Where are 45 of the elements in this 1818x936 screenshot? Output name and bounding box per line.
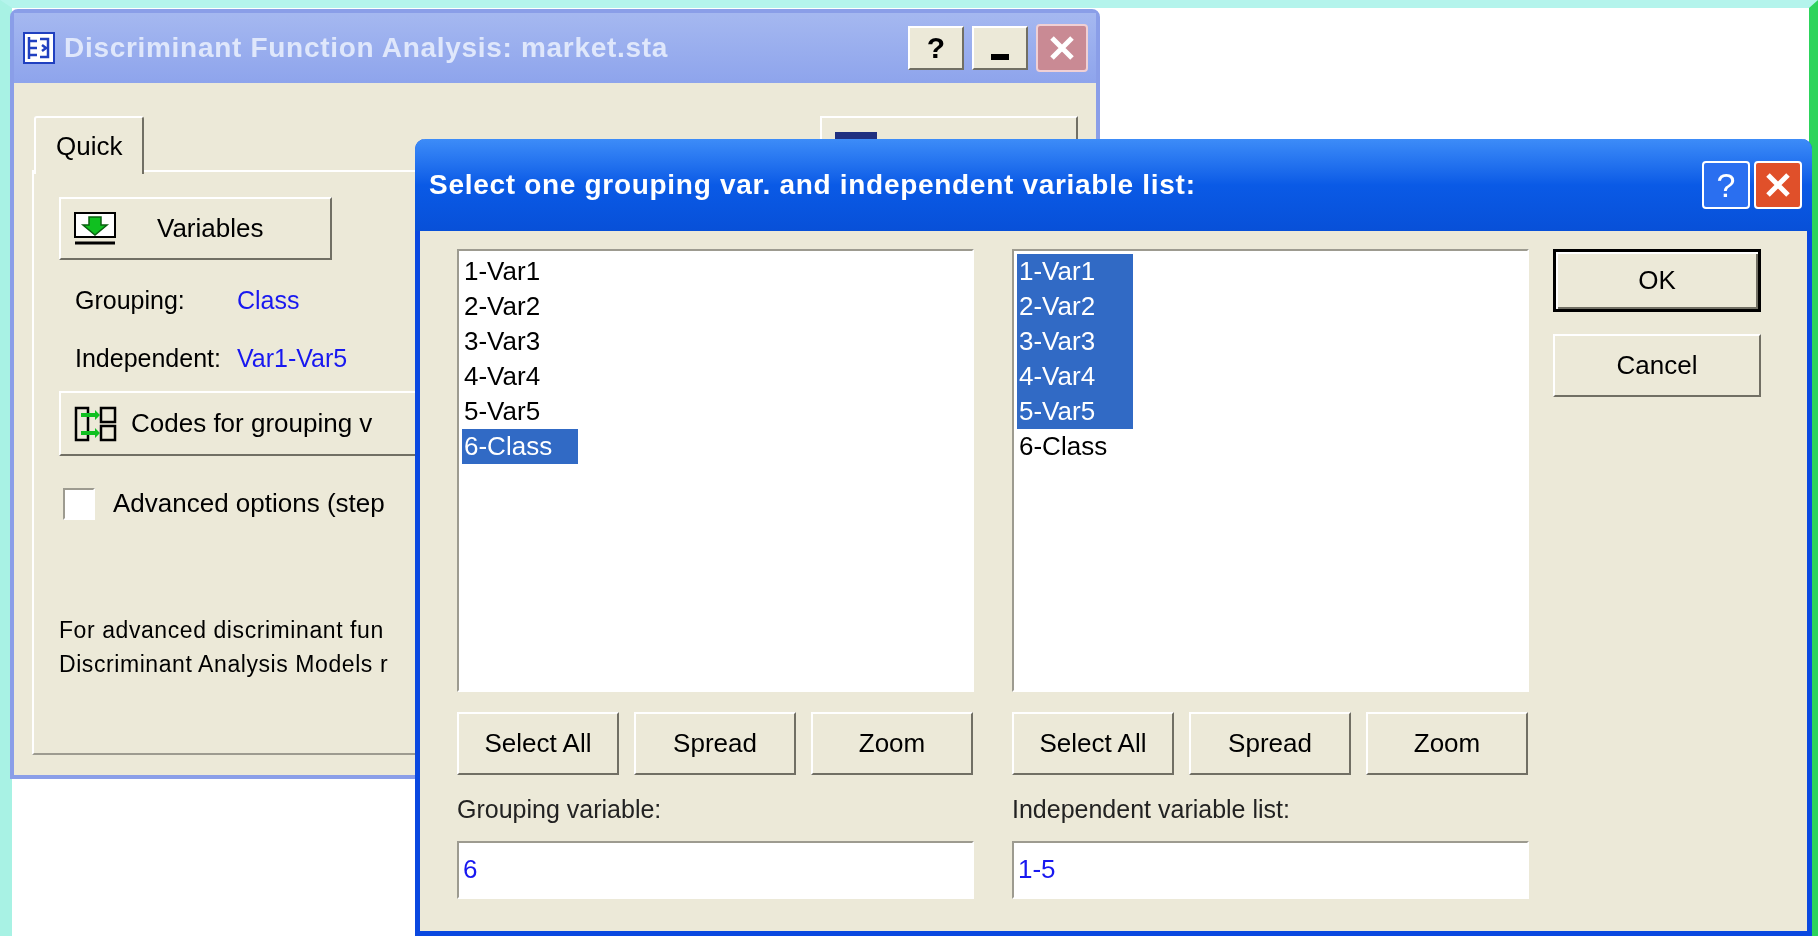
minimize-icon [991,54,1009,60]
app-icon [22,31,56,65]
close-icon [1765,172,1791,198]
help-button[interactable]: ? [908,26,964,70]
list-item[interactable]: 1-Var1 [462,254,543,289]
list-item[interactable]: 4-Var4 [1017,359,1133,394]
list-item[interactable]: 3-Var3 [462,324,543,359]
input-field[interactable]: 6 [457,840,974,899]
list-item[interactable]: 4-Var4 [462,359,543,394]
checkbox[interactable] [63,487,95,520]
list-button[interactable]: Zoom [811,712,973,775]
list-button[interactable]: Zoom [1366,712,1528,775]
list-item[interactable]: 6-Class [1017,429,1110,464]
close-button[interactable] [1036,24,1088,72]
window-title: Discriminant Function Analysis: market.sta [64,31,670,65]
screen-arrow-icon [73,210,117,247]
note-text: For advanced discriminant fun [59,616,385,645]
dialog-button[interactable]: OK [1553,249,1761,312]
field-value: Class [237,285,300,316]
list-button[interactable]: Select All [1012,712,1174,775]
list-button[interactable]: Spread [634,712,796,775]
tab[interactable]: Quick [34,116,145,174]
list-item[interactable]: 2-Var2 [462,289,543,324]
grid-arrows-icon [73,404,119,443]
list-item[interactable]: 6-Class [462,429,578,464]
minimize-button[interactable] [972,26,1028,70]
note-text: Discriminant Analysis Models r [59,650,390,679]
list-item[interactable]: 3-Var3 [1017,324,1133,359]
list-item[interactable]: 1-Var1 [1017,254,1133,289]
list-button[interactable]: Select All [457,712,619,775]
help-button[interactable]: ? [1702,161,1750,209]
field-value: Var1-Var5 [237,342,348,374]
checkbox-label: Advanced options (step [113,487,385,520]
field-label: Independent variable list: [1012,794,1291,825]
list-button[interactable]: Spread [1189,712,1351,775]
variables-button[interactable]: Variables [59,197,332,260]
field-label: Grouping: [75,285,186,316]
field-label: Grouping variable: [457,794,663,825]
list-item[interactable]: 2-Var2 [1017,289,1133,324]
dialog-button[interactable]: Cancel [1553,334,1761,397]
close-icon [1049,35,1075,61]
field-label: Independent: [75,342,222,374]
dialog-title: Select one grouping var. and independent variable list: [429,168,1197,202]
input-field[interactable]: 1-5 [1012,840,1529,899]
list-item[interactable]: 5-Var5 [1017,394,1133,429]
